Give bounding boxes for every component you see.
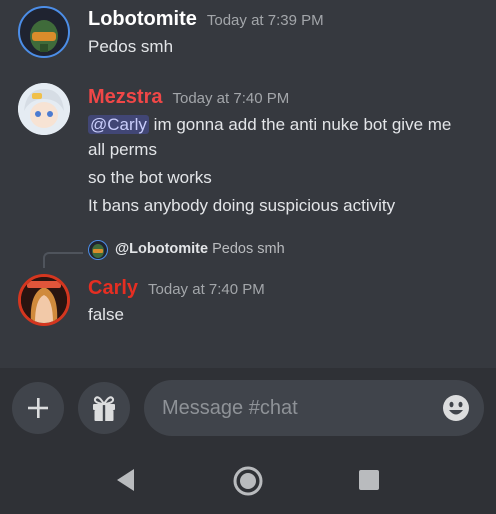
reply-avatar[interactable] [88,240,108,260]
timestamp: Today at 7:40 PM [148,281,265,298]
anime-avatar-icon [18,83,70,135]
avatar[interactable] [18,6,70,58]
user-mention[interactable]: @Carly [88,115,149,134]
message-header: Mezstra Today at 7:40 PM [88,86,289,109]
message-header: Lobotomite Today at 7:39 PM [88,8,324,31]
timestamp: Today at 7:40 PM [172,90,290,107]
emoji-icon[interactable] [442,394,470,422]
circle-home-icon[interactable] [230,466,266,496]
message-header: Carly Today at 7:40 PM [88,277,265,300]
reply-snippet: Pedos smh [212,241,285,257]
anime-avatar-icon [21,277,67,323]
add-attachment-button[interactable] [12,382,64,434]
system-navigation-bar [0,446,496,514]
plus-icon [28,398,48,418]
triangle-back-icon[interactable] [114,466,138,494]
reply-preview[interactable]: @Lobotomite Pedos smh [115,241,285,257]
message-text: false [88,305,124,324]
message-composer: Message #chat [0,368,496,446]
gift-button[interactable] [78,382,130,434]
message-text: Pedos smh [88,37,174,56]
message-text: all perms [88,140,157,159]
helmet-icon [92,244,104,258]
username[interactable]: Lobotomite [88,8,197,30]
message-text-segment: im gonna add the anti nuke bot give me [148,115,452,134]
username[interactable]: Carly [88,277,138,299]
reply-connector [43,252,83,268]
timestamp: Today at 7:39 PM [206,12,324,29]
gift-icon [93,396,115,421]
message-placeholder: Message #chat [162,397,298,419]
username[interactable]: Mezstra [88,86,162,108]
message-text: so the bot works [88,168,212,187]
message-text: @Carly im gonna add the anti nuke bot gi… [88,115,451,135]
message-input[interactable]: Message #chat [144,380,484,436]
helmet-icon [30,20,58,52]
square-recents-icon[interactable] [357,466,381,494]
avatar[interactable] [18,83,70,135]
message-text: It bans anybody doing suspicious activit… [88,196,396,215]
chat-messages: Lobotomite Today at 7:39 PM Pedos smh Mez… [0,0,496,368]
reply-mention[interactable]: @Lobotomite [115,241,208,257]
avatar[interactable] [18,274,70,326]
